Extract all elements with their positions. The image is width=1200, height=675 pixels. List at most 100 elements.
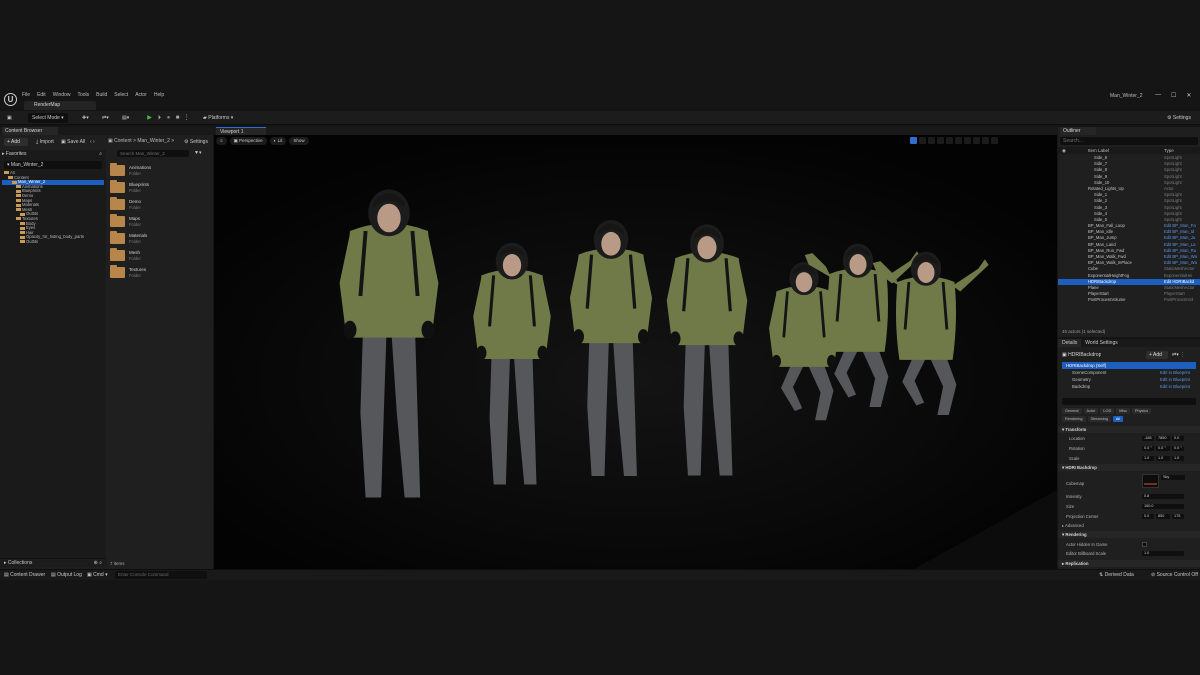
perspective-button[interactable]: ▣ Perspective — [229, 137, 267, 145]
component-row[interactable]: SceneComponent Edit in Blueprint — [1062, 369, 1196, 376]
col-type[interactable]: Type — [1164, 148, 1174, 153]
nav-arrows[interactable]: ‹ › — [90, 139, 95, 145]
unreal-logo-icon[interactable]: U — [4, 93, 17, 106]
snap-grid-icon[interactable] — [955, 137, 962, 144]
scale-tool-icon[interactable] — [937, 137, 944, 144]
filter-chip[interactable]: LOD — [1100, 408, 1115, 414]
stop-icon[interactable]: ■ — [174, 114, 181, 122]
filter-chip[interactable]: Misc — [1116, 408, 1131, 414]
menu-edit[interactable]: Edit — [37, 92, 46, 100]
lit-button[interactable]: ◐ Lit — [269, 137, 287, 145]
step-icon[interactable]: ⏵ — [156, 114, 163, 122]
snap-scale-icon[interactable] — [973, 137, 980, 144]
select-mode-dropdown[interactable]: Select Mode ▾ — [28, 113, 68, 123]
projection-x[interactable]: 0.0 — [1142, 514, 1154, 519]
menu-window[interactable]: Window — [53, 92, 71, 100]
snap-rotation-icon[interactable] — [964, 137, 971, 144]
close-icon[interactable]: ✕ — [1186, 92, 1191, 99]
map-tab[interactable]: RenderMap — [24, 101, 96, 110]
component-row[interactable]: HDRIBackdrop (Self) — [1062, 362, 1196, 369]
rotate-tool-icon[interactable] — [928, 137, 935, 144]
maximize-viewport-icon[interactable] — [991, 137, 998, 144]
output-log-button[interactable]: ▤ Output Log — [51, 572, 82, 578]
asset-search-input[interactable]: Search Man_Winter_2 — [117, 150, 189, 157]
asset-folder[interactable]: Materials Folder — [110, 231, 210, 246]
cubemap-dropdown[interactable]: Sky — [1161, 475, 1185, 480]
asset-folder[interactable]: Textures Folder — [110, 265, 210, 280]
intensity-field[interactable]: 0.8 — [1142, 494, 1184, 499]
platforms-button[interactable]: ▰ Platforms ▾ — [199, 113, 237, 123]
search-icon[interactable]: ⌕ — [99, 151, 102, 157]
scale-x[interactable]: 1.0 — [1142, 456, 1154, 461]
world-local-icon[interactable] — [946, 137, 953, 144]
move-tool-icon[interactable] — [919, 137, 926, 144]
cmd-dropdown[interactable]: ▣ Cmd ▾ — [87, 572, 108, 578]
world-settings-tab[interactable]: World Settings — [1081, 339, 1121, 347]
breadcrumb-path[interactable]: Content > Man_Winter_2 > — [114, 138, 174, 144]
col-item-label[interactable]: Item Label — [1088, 148, 1109, 153]
play-options-icon[interactable]: ⋮ — [183, 114, 190, 122]
cubemap-thumbnail[interactable] — [1142, 474, 1159, 488]
add-button[interactable]: + Add — [4, 138, 28, 146]
transform-section[interactable]: ▾ Transform — [1058, 426, 1200, 433]
asset-folder[interactable]: Maps Folder — [110, 214, 210, 229]
collections-bar[interactable]: ▸ Collections ⊕ ⌕ — [0, 558, 106, 567]
settings-button[interactable]: ⚙ Settings — [1163, 113, 1195, 123]
menu-select[interactable]: Select — [114, 92, 128, 100]
filter-chip[interactable]: General — [1062, 408, 1082, 414]
viewport-options-button[interactable]: ≡ — [216, 137, 227, 145]
asset-folder[interactable]: Demo Folder — [110, 197, 210, 212]
save-all-button[interactable]: ▣ Save All — [61, 139, 85, 145]
play-icon[interactable]: ▶ — [146, 114, 153, 122]
hdri-section[interactable]: ▾ HDRI Backdrop — [1058, 464, 1200, 471]
actor-hidden-checkbox[interactable] — [1142, 542, 1147, 547]
outliner-row[interactable]: PostProcessVolume PostProcessVol — [1058, 297, 1200, 303]
tree-item[interactable]: Outfits — [2, 240, 104, 245]
filter-icon[interactable]: ▼▾ — [194, 150, 201, 156]
replication-section[interactable]: ▸ Replication — [1058, 560, 1200, 567]
details-tab[interactable]: Details — [1058, 339, 1082, 347]
add-component-button[interactable]: + Add — [1146, 351, 1168, 359]
console-command-input[interactable]: Enter Console Command — [115, 571, 207, 579]
advanced-toggle[interactable]: ▸ Advanced — [1062, 523, 1084, 528]
asset-folder[interactable]: Animations Folder — [110, 163, 210, 178]
menu-file[interactable]: File — [22, 92, 30, 100]
add-collection-icon[interactable]: ⊕ ⌕ — [94, 560, 102, 566]
size-field[interactable]: 150.0 — [1142, 504, 1184, 509]
asset-folder[interactable]: Blueprints Folder — [110, 180, 210, 195]
edit-in-blueprint-link[interactable]: Edit in Blueprint — [1160, 369, 1190, 376]
outliner-tab[interactable]: Outliner — [1060, 127, 1096, 135]
component-row[interactable]: Backdrop Edit in Blueprint — [1062, 383, 1196, 390]
scale-y[interactable]: 1.0 — [1156, 456, 1170, 461]
sequencer-icon[interactable]: ▤▾ — [118, 113, 133, 123]
filter-chip[interactable]: Streaming — [1087, 416, 1111, 422]
filter-chip[interactable]: Actor — [1083, 408, 1099, 414]
maximize-icon[interactable]: ☐ — [1171, 92, 1176, 99]
rendering-section[interactable]: ▾ Rendering — [1058, 531, 1200, 538]
pause-icon[interactable]: ⏸ — [165, 114, 172, 122]
derived-data-button[interactable]: ⇅ Derived Data — [1099, 572, 1134, 578]
cb-settings-button[interactable]: ⚙ Settings — [184, 139, 208, 145]
add-actor-icon[interactable]: ✚▾ — [78, 113, 93, 123]
camera-speed-icon[interactable] — [982, 137, 989, 144]
location-x[interactable]: -185 — [1142, 436, 1154, 441]
details-search-input[interactable] — [1062, 398, 1196, 405]
component-row[interactable]: Geometry Edit in Blueprint — [1062, 376, 1196, 383]
menu-actor[interactable]: Actor — [135, 92, 147, 100]
scale-z[interactable]: 1.0 — [1172, 456, 1184, 461]
asset-folder[interactable]: Mesh Folder — [110, 248, 210, 263]
projection-y[interactable]: 850 — [1156, 514, 1170, 519]
filter-chip[interactable]: Physics — [1132, 408, 1152, 414]
filter-chip[interactable]: All — [1112, 416, 1124, 422]
content-browser-tab[interactable]: Content Browser — [2, 127, 58, 135]
save-icon[interactable]: ▣ — [3, 113, 16, 123]
minimize-icon[interactable]: — — [1155, 92, 1161, 99]
tree-root-header[interactable]: ▾ Man_Winter_2 — [4, 161, 102, 169]
filter-chip[interactable]: Rendering — [1062, 416, 1086, 422]
import-button[interactable]: ⤓ Import — [36, 139, 54, 145]
location-z[interactable]: 0.0 — [1172, 436, 1184, 441]
menu-build[interactable]: Build — [96, 92, 107, 100]
favorites-header[interactable]: ▸ Favorites ⌕ — [2, 151, 104, 159]
source-control-button[interactable]: ⊘ Source Control Off — [1151, 572, 1198, 578]
rotation-z[interactable]: 0.0 ° — [1172, 446, 1184, 451]
